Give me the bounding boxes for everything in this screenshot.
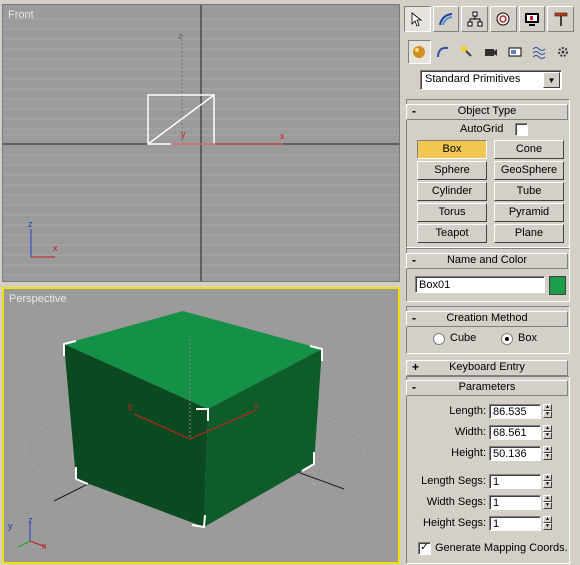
cube-radio[interactable]: [433, 333, 445, 345]
cone-button[interactable]: Cone: [494, 140, 564, 159]
box-button[interactable]: Box: [417, 140, 487, 159]
pyramid-button[interactable]: Pyramid: [494, 203, 564, 222]
name-color-header[interactable]: - Name and Color: [406, 253, 568, 269]
rollout-title: Parameters: [458, 381, 516, 393]
object-name-input[interactable]: Box01: [415, 276, 545, 293]
gizmo-y-label: y: [128, 401, 133, 411]
display-tab-icon[interactable]: [518, 6, 546, 32]
create-tab-icon[interactable]: [404, 6, 431, 32]
length-input[interactable]: 86.535: [489, 404, 541, 419]
height-label: Height:: [451, 447, 486, 459]
command-panel: Standard Primitives ▼ - Object Type Auto…: [400, 0, 580, 565]
length-segs-label: Length Segs:: [421, 475, 486, 487]
length-spinner[interactable]: ▲ ▼: [543, 404, 552, 419]
height-spinner[interactable]: ▲ ▼: [543, 446, 552, 461]
perspective-scene: [23, 311, 365, 529]
plane-button[interactable]: Plane: [494, 224, 564, 243]
width-input[interactable]: 68.561: [489, 425, 541, 440]
length-label: Length:: [449, 405, 486, 417]
viewport-label[interactable]: Perspective: [9, 293, 66, 305]
command-tabs: [404, 6, 575, 32]
gen-mapping-label: Generate Mapping Coords.: [435, 542, 568, 554]
height-segs-input[interactable]: 1: [489, 516, 541, 531]
cube-label: Cube: [450, 332, 477, 344]
motion-tab-icon[interactable]: [490, 6, 517, 32]
gizmo-z-label: z: [178, 31, 183, 41]
lights-icon[interactable]: [456, 40, 479, 64]
rollout-title: Name and Color: [446, 254, 528, 266]
axis-tripod-icon: [17, 523, 47, 548]
rollout-title: Object Type: [457, 105, 517, 117]
creation-method-header[interactable]: - Creation Method: [406, 311, 568, 327]
length-segs-spinner[interactable]: ▲ ▼: [543, 474, 552, 489]
primitive-type-dropdown[interactable]: Standard Primitives ▼: [420, 70, 562, 90]
width-spinner[interactable]: ▲ ▼: [543, 425, 552, 440]
front-viewport[interactable]: Front y x z z x: [2, 4, 400, 282]
geometry-sphere-icon[interactable]: [408, 40, 431, 64]
object-type-header[interactable]: - Object Type: [406, 104, 568, 120]
rollout-title: Keyboard Entry: [449, 361, 525, 373]
geosphere-button[interactable]: GeoSphere: [494, 161, 564, 180]
spacewarps-icon[interactable]: [527, 40, 550, 64]
chevron-down-icon[interactable]: ▼: [543, 72, 560, 88]
keyboard-entry-header[interactable]: + Keyboard Entry: [406, 360, 568, 376]
object-color-swatch[interactable]: [549, 276, 566, 295]
viewport-label[interactable]: Front: [8, 9, 34, 21]
modify-tab-icon[interactable]: [432, 6, 460, 32]
tube-button[interactable]: Tube: [494, 182, 564, 201]
box-radio[interactable]: [501, 333, 513, 345]
rollout-title: Creation Method: [446, 312, 528, 324]
systems-icon[interactable]: [551, 40, 574, 64]
gen-mapping-checkbox[interactable]: ✓: [418, 542, 431, 555]
autogrid-label: AutoGrid: [460, 123, 504, 135]
autogrid-checkbox[interactable]: [515, 123, 528, 136]
width-segs-label: Width Segs:: [426, 496, 486, 508]
utilities-tab-icon[interactable]: [547, 6, 575, 32]
cameras-icon[interactable]: [480, 40, 503, 64]
teapot-button[interactable]: Teapot: [417, 224, 487, 243]
perspective-viewport[interactable]: Perspective y x y z x: [2, 287, 400, 564]
box-label: Box: [518, 332, 537, 344]
category-bar: [408, 40, 574, 64]
parameters-header[interactable]: - Parameters: [406, 380, 568, 396]
shapes-icon[interactable]: [432, 40, 455, 64]
torus-button[interactable]: Torus: [417, 203, 487, 222]
dropdown-value: Standard Primitives: [425, 73, 521, 85]
width-label: Width:: [454, 426, 486, 438]
gizmo-y-label: y: [181, 129, 186, 139]
sphere-button[interactable]: Sphere: [417, 161, 487, 180]
cylinder-button[interactable]: Cylinder: [417, 182, 487, 201]
height-segs-label: Height Segs:: [423, 517, 486, 529]
height-input[interactable]: 50.136: [489, 446, 541, 461]
gizmo-x-label: x: [254, 401, 259, 411]
width-segs-input[interactable]: 1: [489, 495, 541, 510]
gizmo-x-label: x: [280, 131, 285, 141]
helpers-icon[interactable]: [503, 40, 526, 64]
hierarchy-tab-icon[interactable]: [461, 6, 489, 32]
length-segs-input[interactable]: 1: [489, 474, 541, 489]
height-segs-spinner[interactable]: ▲ ▼: [543, 516, 552, 531]
width-segs-spinner[interactable]: ▲ ▼: [543, 495, 552, 510]
